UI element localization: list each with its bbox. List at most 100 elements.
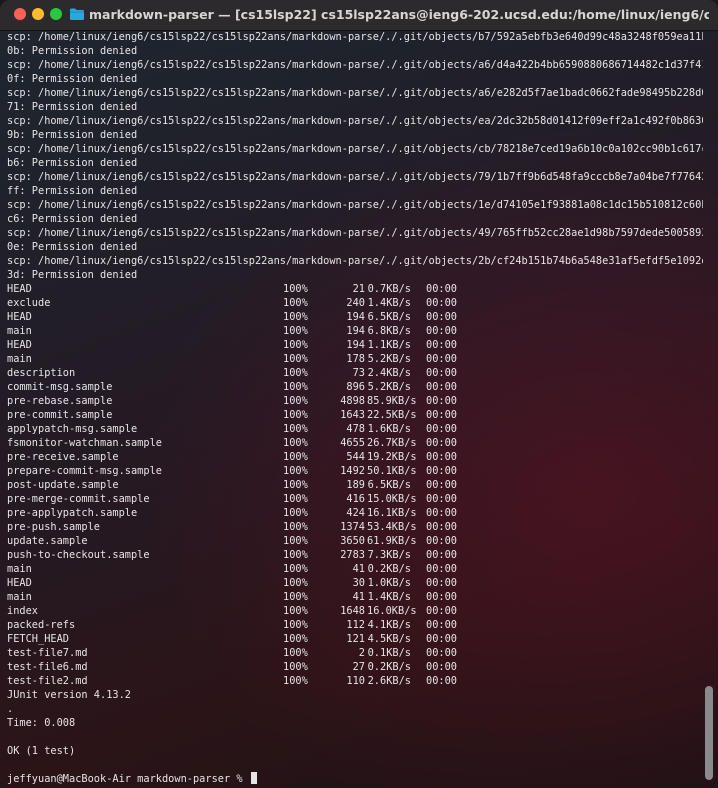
transfer-time: 00:00 — [426, 297, 457, 309]
transfer-file-name: FETCH_HEAD — [7, 633, 69, 645]
scp-output-line: c6: Permission denied — [7, 213, 138, 225]
transfer-size: 30 — [352, 577, 365, 589]
transfer-percent: 100% — [283, 325, 308, 337]
transfer-percent: 100% — [283, 493, 308, 505]
transfer-row: main 100% 41 0.2KB/s 00:00 — [7, 562, 703, 576]
transfer-row: prepare-commit-msg.sample 100% 1492 50.1KB/… — [7, 464, 703, 478]
title-bar[interactable]: markdown-parser — [cs15lsp22] cs15lsp22a… — [0, 0, 718, 31]
test-output-line — [7, 758, 703, 772]
transfer-percent: 100% — [283, 661, 308, 673]
transfer-file-name: index — [7, 605, 38, 617]
scp-output-line: 9b: Permission denied — [7, 129, 138, 141]
transfer-size: 4655 — [340, 437, 365, 449]
transfer-size: 1643 — [340, 409, 365, 421]
transfer-rate: 22.5KB/s — [367, 409, 417, 421]
transfer-time: 00:00 — [426, 577, 457, 589]
transfer-row: pre-receive.sample 100% 544 19.2KB/s 00:00 — [7, 450, 703, 464]
transfer-percent: 100% — [283, 535, 308, 547]
transfer-time: 00:00 — [426, 507, 457, 519]
transfer-file-name: HEAD — [7, 311, 32, 323]
transfer-percent: 100% — [283, 381, 308, 393]
transfer-rate: 4.1KB/s — [367, 619, 411, 631]
transfer-size: 1648 — [340, 605, 365, 617]
transfer-file-name: post-update.sample — [7, 479, 119, 491]
transfer-row: test-file2.md 100% 110 2.6KB/s 00:00 — [7, 674, 703, 688]
transfer-time: 00:00 — [426, 675, 457, 687]
transfer-percent: 100% — [283, 563, 308, 575]
transfer-rate: 53.4KB/s — [367, 521, 417, 533]
transfer-rate: 0.2KB/s — [367, 563, 411, 575]
scp-output-line: scp: /home/linux/ieng6/cs15lsp22/cs15lsp… — [7, 87, 703, 99]
transfer-row: pre-push.sample 100% 1374 53.4KB/s 00:00 — [7, 520, 703, 534]
transfer-row: exclude 100% 240 1.4KB/s 00:00 — [7, 296, 703, 310]
terminal-output[interactable]: scp: /home/linux/ieng6/cs15lsp22/cs15lsp… — [7, 30, 703, 786]
transfer-row: applypatch-msg.sample 100% 478 1.6KB/s 00:00 — [7, 422, 703, 436]
transfer-row: main 100% 178 5.2KB/s 00:00 — [7, 352, 703, 366]
close-button[interactable] — [14, 8, 26, 20]
transfer-rate: 0.7KB/s — [367, 283, 411, 295]
transfer-row: test-file7.md 100% 2 0.1KB/s 00:00 — [7, 646, 703, 660]
transfer-time: 00:00 — [426, 535, 457, 547]
scp-output-line: 3d: Permission denied — [7, 269, 138, 281]
transfer-file-name: pre-applypatch.sample — [7, 507, 138, 519]
transfer-time: 00:00 — [426, 619, 457, 631]
transfer-percent: 100% — [283, 423, 308, 435]
zoom-button[interactable] — [50, 8, 62, 20]
transfer-row: commit-msg.sample 100% 896 5.2KB/s 00:00 — [7, 380, 703, 394]
scp-output-line: scp: /home/linux/ieng6/cs15lsp22/cs15lsp… — [7, 115, 703, 127]
transfer-row: pre-applypatch.sample 100% 424 16.1KB/s 00:0… — [7, 506, 703, 520]
transfer-file-name: prepare-commit-msg.sample — [7, 465, 162, 477]
transfer-percent: 100% — [283, 339, 308, 351]
transfer-time: 00:00 — [426, 465, 457, 477]
transfer-file-name: HEAD — [7, 283, 32, 295]
transfer-size: 2783 — [340, 549, 365, 561]
scp-output-line: scp: /home/linux/ieng6/cs15lsp22/cs15lsp… — [7, 143, 703, 155]
transfer-size: 2 — [358, 647, 365, 659]
text-cursor — [250, 772, 257, 784]
transfer-rate: 1.4KB/s — [367, 591, 411, 603]
window-title: markdown-parser — [cs15lsp22] cs15lsp22a… — [89, 7, 709, 22]
transfer-size: 21 — [352, 283, 365, 295]
transfer-file-name: pre-merge-commit.sample — [7, 493, 150, 505]
transfer-rate: 0.2KB/s — [367, 661, 411, 673]
transfer-percent: 100% — [283, 437, 308, 449]
transfer-row: main 100% 194 6.8KB/s 00:00 — [7, 324, 703, 338]
scp-output-line: 0e: Permission denied — [7, 241, 138, 253]
minimize-button[interactable] — [32, 8, 44, 20]
transfer-size: 194 — [346, 339, 365, 351]
transfer-percent: 100% — [283, 619, 308, 631]
shell-prompt[interactable]: jeffyuan@MacBook-Air markdown-parser % — [7, 772, 703, 786]
transfer-row: HEAD 100% 30 1.0KB/s 00:00 — [7, 576, 703, 590]
transfer-file-name: test-file2.md — [7, 675, 88, 687]
transfer-file-name: main — [7, 353, 32, 365]
transfer-percent: 100% — [283, 465, 308, 477]
transfer-rate: 16.1KB/s — [367, 507, 417, 519]
transfer-file-name: pre-push.sample — [7, 521, 100, 533]
scrollbar-thumb[interactable] — [705, 686, 713, 780]
transfer-rate: 19.2KB/s — [367, 451, 417, 463]
scp-output-line: scp: /home/linux/ieng6/cs15lsp22/cs15lsp… — [7, 199, 703, 211]
transfer-percent: 100% — [283, 409, 308, 421]
transfer-time: 00:00 — [426, 423, 457, 435]
transfer-size: 121 — [346, 633, 365, 645]
transfer-time: 00:00 — [426, 409, 457, 421]
transfer-row: pre-commit.sample 100% 1643 22.5KB/s 00:00 — [7, 408, 703, 422]
transfer-row: post-update.sample 100% 189 6.5KB/s 00:00 — [7, 478, 703, 492]
transfer-file-name: commit-msg.sample — [7, 381, 113, 393]
transfer-size: 27 — [352, 661, 365, 673]
scp-output-line: scp: /home/linux/ieng6/cs15lsp22/cs15lsp… — [7, 31, 703, 43]
transfer-size: 110 — [346, 675, 365, 687]
transfer-rate: 1.6KB/s — [367, 423, 411, 435]
transfer-rate: 5.2KB/s — [367, 353, 411, 365]
transfer-file-name: pre-rebase.sample — [7, 395, 113, 407]
scp-output-line: b6: Permission denied — [7, 157, 138, 169]
scp-output-line: 0f: Permission denied — [7, 73, 138, 85]
test-output-line: Time: 0.008 — [7, 717, 76, 729]
transfer-time: 00:00 — [426, 493, 457, 505]
transfer-rate: 50.1KB/s — [367, 465, 417, 477]
transfer-size: 41 — [352, 591, 365, 603]
transfer-rate: 2.4KB/s — [367, 367, 411, 379]
transfer-time: 00:00 — [426, 563, 457, 575]
transfer-time: 00:00 — [426, 647, 457, 659]
transfer-time: 00:00 — [426, 367, 457, 379]
